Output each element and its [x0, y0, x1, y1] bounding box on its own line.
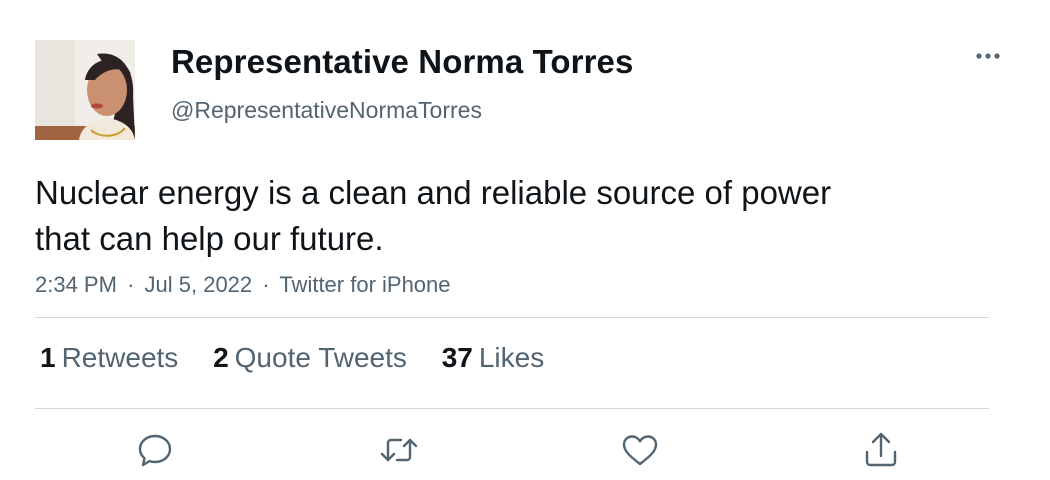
like-icon [622, 435, 658, 466]
author-handle[interactable]: @RepresentativeNormaTorres [171, 97, 482, 124]
likes-label: Likes [478, 342, 545, 373]
likes-count: 37 [441, 342, 473, 373]
reply-icon [138, 434, 172, 467]
share-icon [865, 432, 897, 467]
retweet-icon [380, 438, 418, 462]
meta-separator: · [127, 272, 135, 297]
retweets-stat[interactable]: 1 Retweets [40, 342, 178, 374]
retweets-count: 1 [40, 342, 56, 373]
tweet-time[interactable]: 2:34 PM [35, 272, 117, 297]
like-button[interactable] [618, 428, 662, 472]
profile-photo [35, 40, 135, 140]
tweet-stats: 1 Retweets 2 Quote Tweets 37 Likes [40, 342, 571, 374]
tweet-meta: 2:34 PM · Jul 5, 2022 · Twitter for iPho… [35, 272, 451, 298]
author-display-name[interactable]: Representative Norma Torres [171, 43, 633, 81]
retweet-button[interactable] [377, 428, 421, 472]
more-horizontal-icon [976, 53, 1000, 59]
tweet-text: Nuclear energy is a clean and reliable s… [35, 174, 832, 257]
divider [35, 317, 989, 318]
quote-tweets-stat[interactable]: 2 Quote Tweets [213, 342, 407, 374]
quote-tweets-count: 2 [213, 342, 229, 373]
likes-stat[interactable]: 37 Likes [442, 342, 545, 374]
retweets-label: Retweets [61, 342, 179, 373]
share-button[interactable] [859, 428, 903, 472]
divider [35, 408, 989, 409]
quote-tweets-label: Quote Tweets [234, 342, 407, 373]
meta-separator: · [262, 272, 270, 297]
tweet-source[interactable]: Twitter for iPhone [279, 272, 450, 297]
reply-button[interactable] [133, 428, 177, 472]
more-options-button[interactable] [968, 40, 1008, 72]
tweet-date[interactable]: Jul 5, 2022 [145, 272, 253, 297]
avatar[interactable] [35, 40, 135, 140]
